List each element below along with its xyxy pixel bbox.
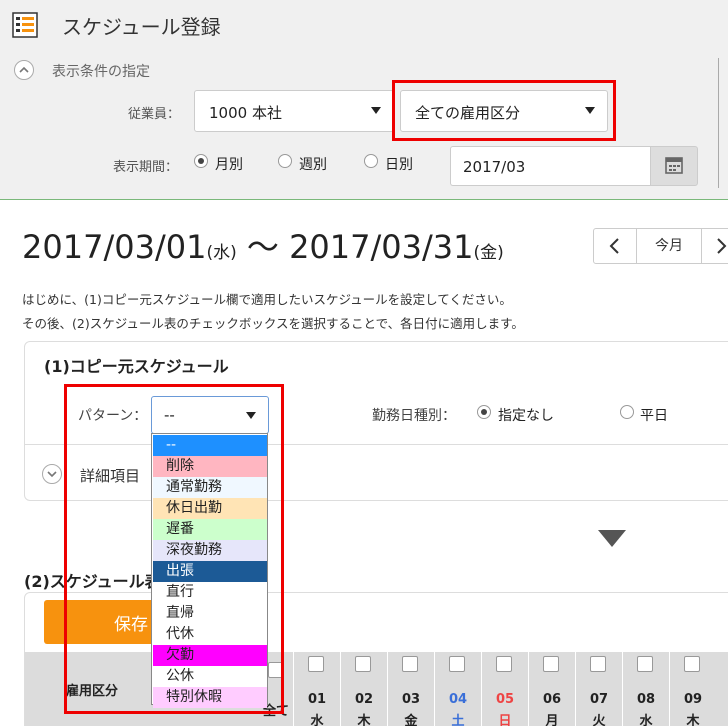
day-column: 01 水 <box>293 652 339 726</box>
highlight-box <box>392 80 616 141</box>
schedule-list-icon <box>12 12 38 38</box>
day-weekday: 月 <box>545 714 559 726</box>
panel-divider <box>718 58 719 188</box>
day-number: 01 <box>307 692 327 707</box>
day-weekday: 日 <box>498 714 512 726</box>
day-weekday: 金 <box>404 714 418 726</box>
day-checkbox[interactable] <box>590 656 606 672</box>
day-checkbox[interactable] <box>637 656 653 672</box>
period-week-label: 週別 <box>299 157 327 173</box>
day-weekday: 土 <box>451 714 465 726</box>
period-month-radio[interactable] <box>194 154 208 168</box>
next-month-button[interactable] <box>701 228 728 264</box>
month-input-value: 2017/03 <box>463 158 526 176</box>
prev-month-button[interactable] <box>593 228 637 264</box>
day-type-none-label: 指定なし <box>498 408 554 424</box>
day-checkbox[interactable] <box>308 656 324 672</box>
chevron-right-icon <box>717 238 727 254</box>
day-number: 04 <box>448 692 468 707</box>
chevron-left-icon <box>609 238 619 254</box>
day-column: 08 水 <box>622 652 668 726</box>
day-checkbox[interactable] <box>449 656 465 672</box>
day-column: 04 土 <box>434 652 480 726</box>
day-number: 08 <box>636 692 656 707</box>
copy-source-title: (1)コピー元スケジュール <box>44 357 229 376</box>
employee-select-value: 1000 本社 <box>209 104 282 122</box>
day-type-none-radio[interactable] <box>477 405 491 419</box>
day-checkbox[interactable] <box>684 656 700 672</box>
day-number: 09 <box>683 692 703 707</box>
day-checkbox[interactable] <box>496 656 512 672</box>
caret-down-icon <box>371 107 381 114</box>
calendar-icon <box>665 157 683 174</box>
day-number: 06 <box>542 692 562 707</box>
day-type-label: 勤務日種別： <box>372 408 456 424</box>
range-start-weekday: (水) <box>206 243 237 263</box>
day-checkbox[interactable] <box>543 656 559 672</box>
filter-heading: 表示条件の指定 <box>52 64 150 80</box>
day-weekday: 水 <box>310 714 324 726</box>
employee-select[interactable]: 1000 本社 <box>194 90 394 132</box>
calendar-button[interactable] <box>650 146 698 186</box>
triangle-down-icon <box>598 530 626 547</box>
day-column: 03 金 <box>387 652 433 726</box>
this-month-button[interactable]: 今月 <box>636 228 702 264</box>
day-column: 07 火 <box>575 652 621 726</box>
day-checkbox[interactable] <box>355 656 371 672</box>
instruction-text: はじめに、(1)コピー元スケジュール欄で適用したいスケジュールを設定してください… <box>22 292 512 307</box>
day-number: 07 <box>589 692 609 707</box>
chevron-up-icon <box>19 66 29 73</box>
employee-label: 従業員： <box>128 107 181 122</box>
page-title: スケジュール登録 <box>62 15 221 39</box>
range-end-weekday: (金) <box>473 243 504 263</box>
period-month-label: 月別 <box>215 157 243 173</box>
highlight-box <box>64 384 284 714</box>
month-input[interactable]: 2017/03 <box>450 146 650 186</box>
day-type-weekday-label: 平日 <box>640 408 668 424</box>
day-checkbox[interactable] <box>402 656 418 672</box>
chevron-down-icon <box>47 471 57 478</box>
period-day-radio[interactable] <box>364 154 378 168</box>
day-column: 09 木 <box>669 652 715 726</box>
collapse-filter-button[interactable] <box>14 60 34 80</box>
day-number: 02 <box>354 692 374 707</box>
range-end: 2017/03/31 <box>289 228 474 266</box>
day-weekday: 火 <box>592 714 606 726</box>
day-weekday: 水 <box>639 714 653 726</box>
day-number: 05 <box>495 692 515 707</box>
instruction-text: その後、(2)スケジュール表のチェックボックスを選択することで、各日付に適用しま… <box>22 316 524 331</box>
period-label: 表示期間： <box>113 160 179 175</box>
day-column: 02 木 <box>340 652 386 726</box>
range-start: 2017/03/01 <box>22 228 207 266</box>
expand-detail-button[interactable] <box>42 464 62 484</box>
period-day-label: 日別 <box>385 157 413 173</box>
day-column: 06 月 <box>528 652 574 726</box>
day-column: 05 日 <box>481 652 527 726</box>
day-weekday: 木 <box>686 714 700 726</box>
range-separator: 〜 <box>246 228 279 266</box>
day-number: 03 <box>401 692 421 707</box>
period-week-radio[interactable] <box>278 154 292 168</box>
day-type-weekday-radio[interactable] <box>620 405 634 419</box>
date-range: 2017/03/01(水) 〜 2017/03/31(金) <box>22 222 504 268</box>
day-weekday: 木 <box>357 714 371 726</box>
